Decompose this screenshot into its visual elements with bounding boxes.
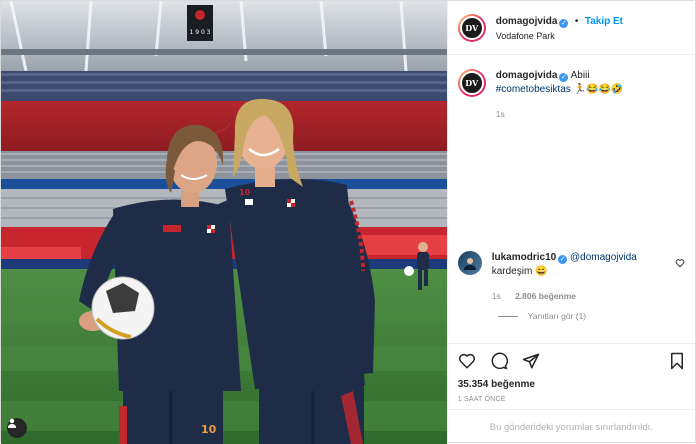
football: [91, 276, 155, 340]
verified-badge-icon: ✓: [559, 18, 569, 28]
comment-mention[interactable]: @domagojvida: [570, 252, 637, 263]
save-button[interactable]: [669, 352, 685, 370]
comment-text: kardeşim 😄: [491, 266, 548, 277]
verified-badge-icon: ✓: [558, 255, 568, 264]
person-silhouette-icon: [463, 258, 476, 270]
comments-section: DV domagojvida ✓ Abiii #cometobesiktas 🏃😂…: [448, 55, 695, 343]
author-avatar[interactable]: DV: [457, 13, 486, 42]
post-photo[interactable]: 1 9 0 3 10 10: [1, 1, 447, 444]
caption-hashtag[interactable]: #cometobesiktas: [496, 84, 571, 95]
follow-button[interactable]: Takip Et: [585, 16, 623, 27]
instagram-post: 1 9 0 3 10 10 DV domagojvida ✓ • Takip E…: [0, 0, 696, 444]
comment-time: 1s: [491, 291, 501, 301]
caption-body: domagojvida ✓ Abiii #cometobesiktas 🏃😂😂🤣 …: [496, 69, 624, 121]
separator-dot: •: [574, 15, 579, 27]
verified-badge-icon: ✓: [559, 73, 569, 82]
comment-bubble-icon: [491, 352, 508, 369]
jersey-number-left: 10: [201, 423, 217, 436]
caption-emojis: 🏃😂😂🤣: [573, 84, 624, 95]
view-replies-label: Yanıtları gör (1): [527, 311, 587, 321]
tagged-users-button[interactable]: [7, 418, 27, 438]
replies-divider: [497, 315, 518, 317]
like-button[interactable]: [458, 352, 476, 370]
caption-time: 1s: [495, 109, 505, 119]
post-header: DV domagojvida ✓ • Takip Et Vodafone Park: [447, 1, 695, 55]
like-comment-button[interactable]: [675, 255, 685, 273]
commenter-avatar[interactable]: [457, 251, 482, 275]
comment-item: lukamodric10 ✓ @domagojvida kardeşim 😄 1s…: [457, 251, 685, 303]
commenter-username[interactable]: lukamodric10: [492, 252, 556, 263]
caption-meta: 1s: [496, 107, 624, 121]
comment-meta: 1s 2.806 beğenme: [492, 289, 637, 303]
jersey-number-right: 10: [239, 188, 251, 197]
post-location[interactable]: Vodafone Park: [496, 29, 623, 43]
post-side-panel: DV domagojvida ✓ • Takip Et Vodafone Park…: [446, 1, 695, 444]
scoreboard-text: 1 9 0 3: [190, 29, 211, 36]
comment-button[interactable]: [490, 352, 508, 370]
comment-likes[interactable]: 2.806 beğenme: [515, 291, 576, 301]
stadium-photo-illustration: 1 9 0 3 10 10: [1, 1, 447, 444]
caption-author-avatar[interactable]: DV: [457, 69, 486, 97]
caption-text: Abiii: [570, 70, 590, 81]
caption: DV domagojvida ✓ Abiii #cometobesiktas 🏃😂…: [457, 69, 685, 121]
comment-body: lukamodric10 ✓ @domagojvida kardeşim 😄 1s…: [492, 251, 637, 303]
bookmark-icon: [671, 352, 683, 369]
heart-outline-icon: [675, 259, 685, 268]
user-icon: [8, 418, 16, 428]
post-timestamp: 1 SAAT ÖNCE: [457, 396, 506, 403]
header-text: domagojvida ✓ • Takip Et Vodafone Park: [496, 13, 623, 43]
paper-plane-icon: [522, 353, 539, 368]
action-bar: [447, 343, 695, 377]
view-replies-button[interactable]: Yanıtları gör (1): [497, 311, 587, 321]
author-username[interactable]: domagojvida: [496, 16, 558, 27]
share-button[interactable]: [522, 352, 540, 370]
caption-author[interactable]: domagojvida: [496, 70, 558, 81]
heart-icon: [458, 353, 475, 368]
comments-restricted-notice: Bu gönderideki yorumlar sınırlandırıldı.: [447, 409, 695, 444]
likes-count[interactable]: 35.354 beğenme: [448, 377, 695, 393]
